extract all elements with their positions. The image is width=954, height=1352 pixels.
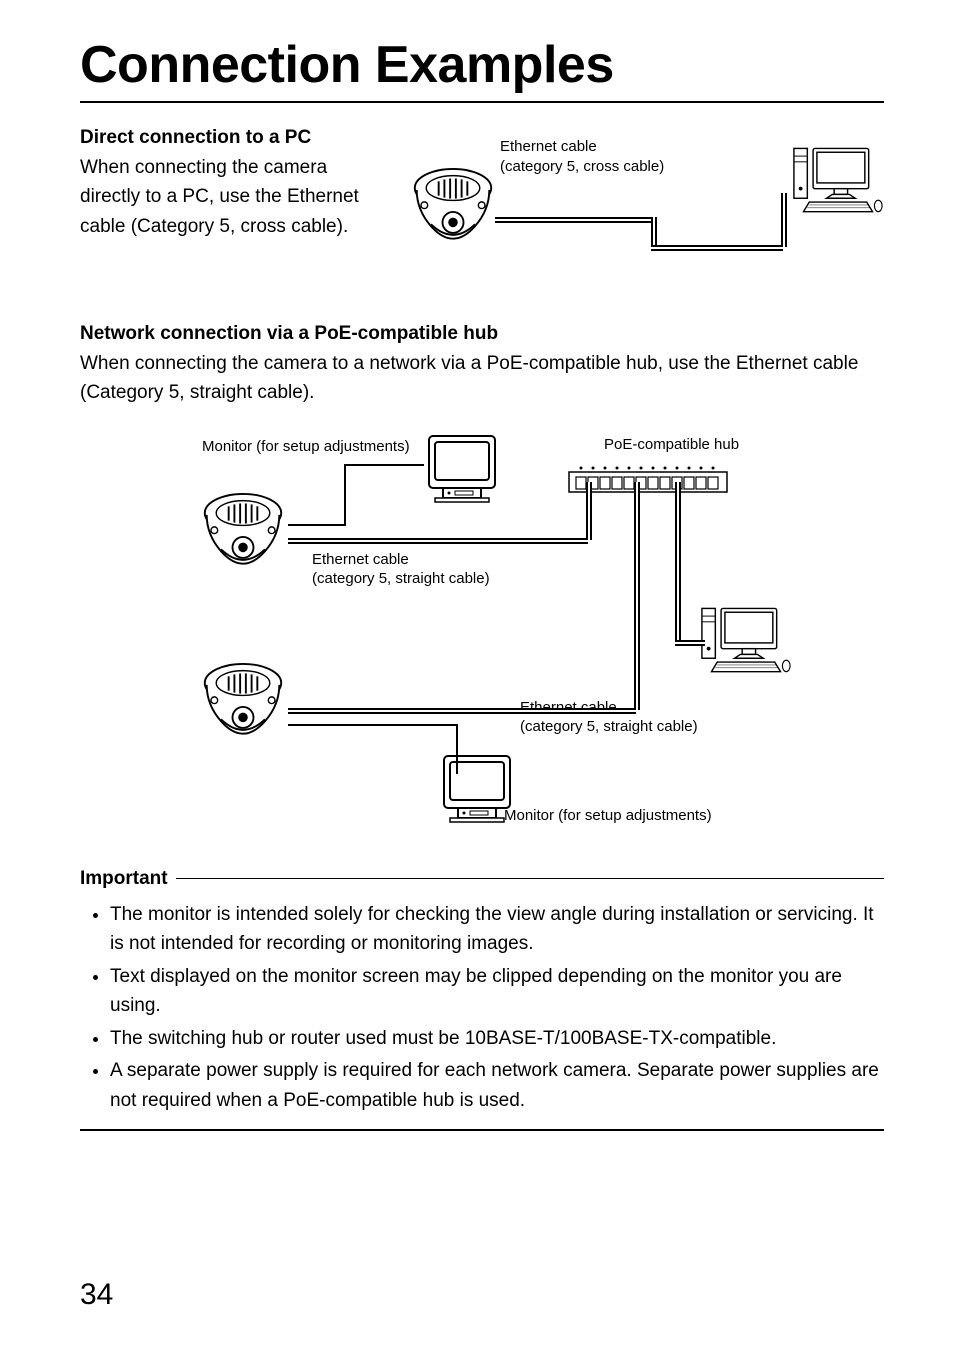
label-eth1-l2: (category 5, straight cable) — [312, 570, 490, 587]
cable-label-line1: Ethernet cable — [500, 138, 597, 155]
wire — [344, 464, 424, 466]
cable-label-line2: (category 5, cross cable) — [500, 158, 664, 175]
wire — [344, 464, 346, 526]
section2-heading: Network connection via a PoE-compatible … — [80, 323, 884, 345]
wire — [495, 217, 653, 223]
pc-icon — [700, 602, 792, 680]
section-direct-pc: Direct connection to a PC When connectin… — [80, 127, 884, 297]
pc-icon — [792, 142, 884, 220]
label-eth2-l2: (category 5, straight cable) — [520, 718, 698, 735]
important-item: The monitor is intended solely for check… — [110, 900, 884, 959]
wire — [456, 724, 458, 774]
wire — [586, 482, 592, 540]
wire — [675, 640, 705, 646]
dome-camera-icon — [410, 167, 496, 253]
diagram-poe-hub: Monitor (for setup adjustments) PoE-comp… — [80, 422, 884, 842]
manual-page: Connection Examples Direct connection to… — [0, 0, 954, 1352]
page-number: 34 — [80, 1278, 113, 1312]
wire — [651, 245, 783, 251]
important-heading-row: Important — [80, 868, 884, 890]
wire — [288, 708, 636, 714]
section-poe-hub: Network connection via a PoE-compatible … — [80, 323, 884, 842]
network-hub-icon — [568, 462, 728, 494]
label-eth1-l1: Ethernet cable — [312, 551, 409, 568]
wire — [288, 538, 588, 544]
label-monitor2: Monitor (for setup adjustments) — [504, 807, 712, 824]
important-heading: Important — [80, 868, 168, 890]
section2-text: When connecting the camera to a network … — [80, 349, 884, 408]
label-hub: PoE-compatible hub — [604, 436, 739, 453]
important-item: Text displayed on the monitor screen may… — [110, 962, 884, 1021]
wire — [651, 217, 657, 247]
wire — [288, 724, 458, 726]
label-ethernet-1: Ethernet cable (category 5, straight cab… — [312, 550, 490, 589]
important-list: The monitor is intended solely for check… — [80, 900, 884, 1115]
label-monitor1: Monitor (for setup adjustments) — [202, 438, 410, 455]
diagram1-cable-label: Ethernet cable (category 5, cross cable) — [500, 137, 664, 176]
section1-text: When connecting the camera directly to a… — [80, 153, 380, 241]
wire — [675, 482, 681, 642]
section-end-rule — [80, 1129, 884, 1131]
crt-monitor-icon — [440, 752, 514, 824]
wire — [634, 482, 640, 710]
label-ethernet-2: Ethernet cable (category 5, straight cab… — [520, 698, 698, 737]
wire — [781, 193, 787, 247]
important-item: A separate power supply is required for … — [110, 1056, 884, 1115]
dome-camera-icon — [200, 492, 286, 578]
page-title: Connection Examples — [80, 35, 884, 95]
important-rule — [176, 878, 884, 879]
title-rule — [80, 101, 884, 103]
diagram-direct-pc: Ethernet cable (category 5, cross cable) — [400, 127, 884, 297]
important-item: The switching hub or router used must be… — [110, 1024, 884, 1053]
dome-camera-icon — [200, 662, 286, 748]
section1-heading: Direct connection to a PC — [80, 127, 380, 149]
wire — [288, 524, 346, 526]
crt-monitor-icon — [425, 432, 499, 504]
